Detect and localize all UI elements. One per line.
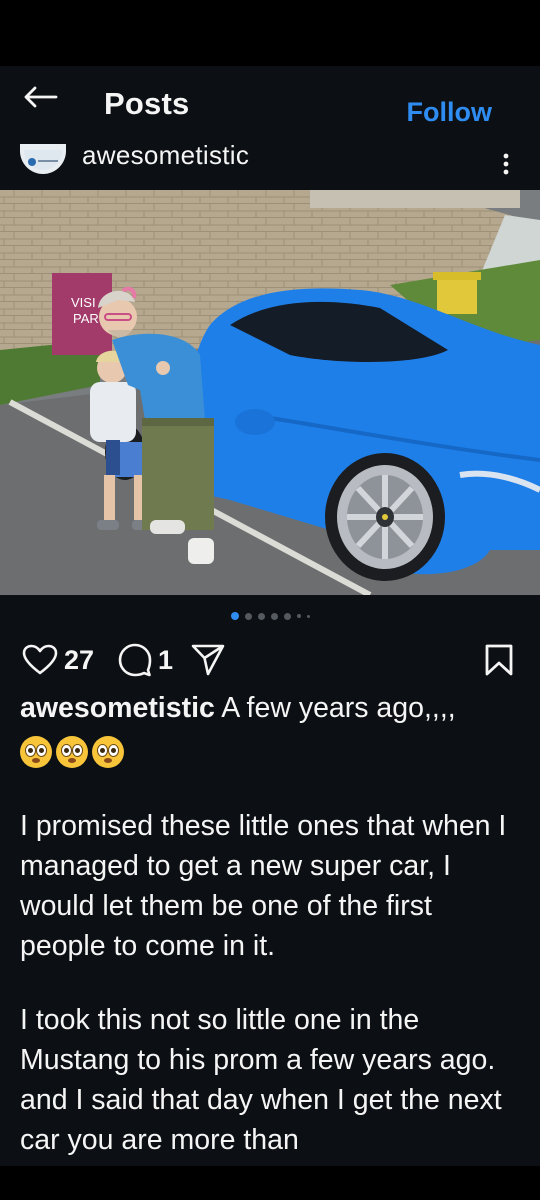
carousel-dot <box>257 612 265 620</box>
carousel-dot <box>296 614 301 618</box>
avatar[interactable] <box>20 144 66 174</box>
navigation-bar <box>0 1166 540 1200</box>
carousel-dot <box>244 612 252 620</box>
sign-text-line-1: VISI <box>71 295 96 310</box>
caption-first-line: awesometistic A few years ago,,,, <box>20 688 525 728</box>
heart-icon <box>22 644 58 675</box>
caption-intro: A few years ago,,,, <box>221 692 456 724</box>
avatar-logo-line <box>38 160 58 162</box>
bookmark-icon <box>485 644 513 676</box>
post-caption: awesometistic A few years ago,,,, I prom… <box>20 688 525 1160</box>
flushed-face-icon <box>92 736 124 768</box>
avatar-logo-mark <box>28 158 36 166</box>
like-count: 27 <box>64 644 95 675</box>
caption-username[interactable]: awesometistic <box>20 692 215 724</box>
carousel-dot <box>270 612 278 620</box>
comment-button[interactable]: 1 <box>118 642 173 678</box>
more-options-button[interactable] <box>496 144 516 180</box>
post-username[interactable]: awesometistic <box>82 140 249 171</box>
post-screen: Posts Follow awesometistic VISI PAR 27 1… <box>0 66 540 1166</box>
carousel-indicator <box>0 610 540 622</box>
carousel-dot <box>306 614 310 618</box>
header: Posts Follow <box>0 66 540 127</box>
share-button[interactable] <box>190 642 226 678</box>
post-author-row: awesometistic <box>0 136 540 188</box>
carousel-dot <box>283 612 291 620</box>
flushed-face-icon <box>20 736 52 768</box>
caption-paragraph-1: I promised these little ones that when I… <box>20 810 507 962</box>
like-button[interactable]: 27 <box>22 642 94 678</box>
caption-paragraph-2: I took this not so little one in the Mus… <box>20 1004 502 1156</box>
back-arrow-icon <box>24 86 58 108</box>
save-button[interactable] <box>484 642 514 678</box>
carousel-dot-active <box>230 612 239 620</box>
send-icon <box>191 644 225 676</box>
sign-text-line-2: PAR <box>73 311 99 326</box>
caption-emojis <box>20 732 525 772</box>
post-photo-illustration: VISI PAR <box>0 190 540 595</box>
comment-icon <box>118 643 152 677</box>
more-vertical-icon <box>503 153 509 175</box>
status-bar <box>0 0 540 66</box>
post-actions: 27 1 <box>0 638 540 682</box>
page-title: Posts <box>104 86 190 121</box>
post-photo[interactable]: VISI PAR <box>0 190 540 595</box>
comment-count: 1 <box>158 644 174 675</box>
back-button[interactable] <box>18 80 62 114</box>
flushed-face-icon <box>56 736 88 768</box>
follow-button[interactable]: Follow <box>407 97 492 128</box>
